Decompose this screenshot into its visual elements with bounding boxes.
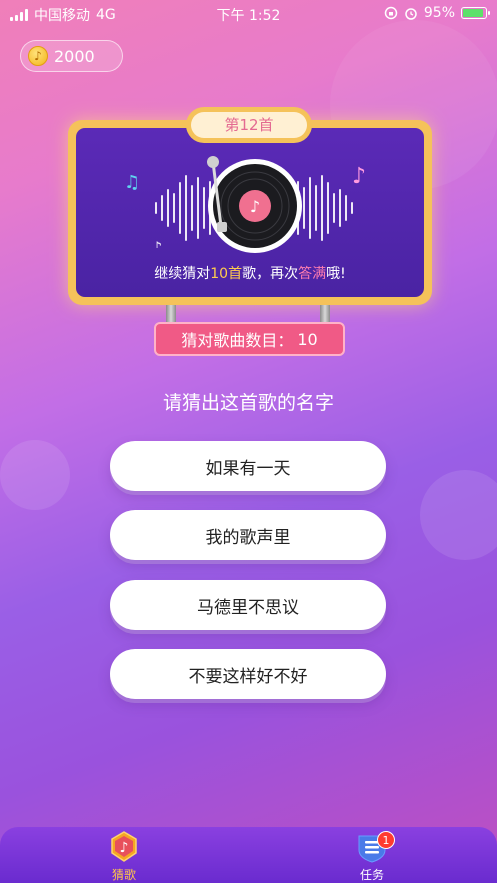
bokeh-light xyxy=(0,440,70,510)
level-label: 第12首 xyxy=(191,112,307,138)
board-screen: ♫ ♪ ♪ ♪ ♪ 继续猜对10首歌，再次答满哦! xyxy=(76,128,424,297)
answer-option-4[interactable]: 不要这样好不好 xyxy=(110,649,386,699)
tab-tasks[interactable]: 任务 xyxy=(332,827,412,883)
alarm-icon xyxy=(405,8,417,20)
status-bar: 中国移动 4G 下午 1:52 95% xyxy=(0,0,497,26)
question-prompt: 请猜出这首歌的名字 xyxy=(162,392,334,414)
tab-guess-song[interactable]: ♪ 猜歌 xyxy=(84,827,164,883)
board-message: 继续猜对10首歌，再次答满哦! xyxy=(154,266,346,282)
song-board: ♫ ♪ ♪ ♪ ♪ 继续猜对10首歌，再次答满哦! xyxy=(68,120,432,305)
level-tag: 第12首 xyxy=(186,107,312,143)
remaining-count: 10首 xyxy=(210,266,243,282)
battery-icon xyxy=(461,7,490,19)
answer-label: 马德里不思议 xyxy=(197,597,299,618)
answer-label: 我的歌声里 xyxy=(205,527,291,548)
answer-option-3[interactable]: 马德里不思议 xyxy=(110,580,386,630)
score-value: 10 xyxy=(297,329,318,349)
score-plate: 猜对歌曲数目： 10 xyxy=(154,322,345,356)
bottom-tab-bar: ♪ 猜歌 任务 xyxy=(0,827,497,883)
tab-label: 任务 xyxy=(359,868,384,882)
music-note-badge-icon: ♪ xyxy=(111,831,137,862)
answer-option-1[interactable]: 如果有一天 xyxy=(110,441,386,491)
answer-label: 如果有一天 xyxy=(205,458,291,479)
svg-text:♪: ♪ xyxy=(120,840,129,856)
tab-label: 猜歌 xyxy=(111,868,136,882)
svg-text:♪: ♪ xyxy=(152,238,162,248)
lock-rotation-icon xyxy=(384,6,398,20)
clock: 下午 1:52 xyxy=(216,8,281,24)
task-notification-badge: 1 xyxy=(377,831,395,849)
answer-option-2[interactable]: 我的歌声里 xyxy=(110,510,386,560)
bokeh-light xyxy=(420,470,497,560)
svg-text:♪: ♪ xyxy=(352,164,366,189)
battery-percent: 95% xyxy=(423,5,455,21)
message-highlight: 答满 xyxy=(298,266,327,282)
coin-balance[interactable]: ♪ 2000 xyxy=(20,40,123,72)
vinyl-record-icon: ♪ xyxy=(207,156,302,253)
coin-amount: 2000 xyxy=(54,46,95,66)
svg-text:♫: ♫ xyxy=(124,172,140,193)
svg-text:♪: ♪ xyxy=(250,197,260,216)
score-label: 猜对歌曲数目： xyxy=(181,331,294,350)
answer-label: 不要这样好不好 xyxy=(188,666,308,687)
music-coin-icon: ♪ xyxy=(28,46,48,66)
